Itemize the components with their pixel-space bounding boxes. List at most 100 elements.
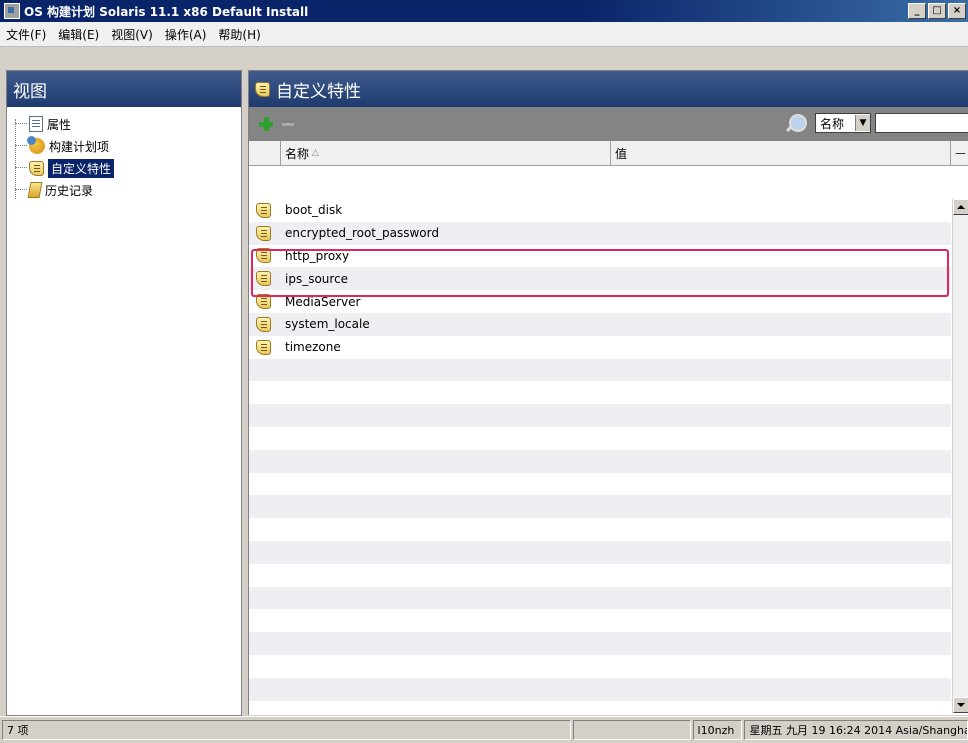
- status-user: l10nzh: [692, 720, 743, 740]
- status-bar: 7 项 l10nzh 星期五 九月 19 16:24 2014 Asia/Sha…: [0, 716, 968, 743]
- tag-icon: [255, 248, 271, 264]
- status-empty-cell: [572, 720, 691, 740]
- tag-icon: [255, 339, 271, 355]
- table-row[interactable]: ips_source: [249, 267, 951, 291]
- remove-property-button[interactable]: [282, 122, 294, 126]
- tree-connector: [15, 167, 27, 168]
- search-area: 名称 ▼: [789, 113, 968, 133]
- scroll-up-button[interactable]: [953, 199, 968, 215]
- column-header-value-label: 值: [615, 146, 628, 161]
- tree-connector: [15, 123, 27, 124]
- column-header-name-label: 名称: [285, 146, 310, 161]
- empty-table-row: [249, 404, 951, 427]
- tree-item-properties[interactable]: 属性: [15, 113, 241, 135]
- tree-item-label: 历史记录: [45, 183, 94, 198]
- empty-table-row: [249, 427, 951, 450]
- tree-item-label: 属性: [47, 117, 72, 132]
- column-header-icon[interactable]: [249, 141, 281, 165]
- row-name: ips_source: [285, 271, 349, 286]
- table-row[interactable]: timezone: [249, 336, 951, 359]
- document-icon: [29, 116, 43, 132]
- empty-table-row: [249, 495, 951, 519]
- search-field-select[interactable]: 名称 ▼: [815, 113, 871, 133]
- sort-ascending-icon: △: [312, 148, 319, 158]
- tree-item-custom-properties[interactable]: 自定义特性: [15, 157, 241, 179]
- add-property-button[interactable]: [258, 116, 274, 132]
- tag-icon: [255, 81, 270, 97]
- tree-item-label: 自定义特性: [48, 158, 115, 178]
- empty-table-row: [249, 632, 951, 655]
- empty-table-row: [249, 677, 951, 701]
- menu-view[interactable]: 视图(V): [105, 26, 159, 43]
- table-row[interactable]: MediaServer: [249, 290, 951, 313]
- row-name: system_locale: [285, 317, 370, 332]
- history-icon: [27, 182, 43, 198]
- maximize-button[interactable]: □: [928, 3, 946, 19]
- search-input[interactable]: [875, 113, 968, 133]
- view-tree: 属性 构建计划项 自定义特性 历史记录: [7, 107, 241, 201]
- row-name: http_proxy: [285, 248, 350, 263]
- empty-table-row: [249, 540, 951, 564]
- table-row[interactable]: boot_disk: [249, 199, 951, 222]
- vertical-scrollbar[interactable]: [952, 199, 968, 713]
- row-name: boot_disk: [285, 203, 343, 218]
- panel-splitter[interactable]: [243, 70, 247, 714]
- menu-help[interactable]: 帮助(H): [212, 26, 266, 43]
- empty-table-row: [249, 473, 951, 496]
- status-item-count: 7 项: [2, 720, 571, 740]
- tag-icon: [255, 271, 271, 287]
- tag-icon: [29, 160, 44, 176]
- chevron-down-icon[interactable]: ▼: [855, 115, 870, 131]
- window-controls: _ □ ×: [908, 3, 966, 19]
- empty-table-row: [249, 564, 951, 587]
- window-title-bar: OS 构建计划 Solaris 11.1 x86 Default Install…: [0, 0, 968, 22]
- status-datetime: 星期五 九月 19 16:24 2014 Asia/Shanghai: [744, 720, 968, 740]
- build-items-icon: [27, 136, 45, 154]
- menu-action[interactable]: 操作(A): [159, 26, 213, 43]
- menu-edit[interactable]: 编辑(E): [52, 26, 105, 43]
- tree-item-build-items[interactable]: 构建计划项: [15, 135, 241, 157]
- empty-table-row: [249, 518, 951, 541]
- row-icon-cell: [249, 271, 281, 287]
- view-panel: 视图 属性 构建计划项 自定义特性 历史记录: [6, 70, 242, 716]
- row-icon-cell: [249, 225, 281, 241]
- row-icon-cell: [249, 202, 281, 218]
- properties-toolbar: 名称 ▼: [249, 107, 968, 141]
- menu-file[interactable]: 文件(F): [0, 26, 52, 43]
- panel-title: 自定义特性: [276, 81, 361, 102]
- table-header: 名称 △ 值 ᅳ: [249, 141, 968, 166]
- tag-icon: [255, 316, 271, 332]
- column-header-value[interactable]: 值: [611, 141, 951, 165]
- column-header-extra-label: ᅳ: [955, 146, 967, 161]
- row-icon-cell: [249, 339, 281, 355]
- tag-icon: [255, 225, 271, 241]
- column-header-extra[interactable]: ᅳ: [951, 141, 968, 165]
- scroll-down-button[interactable]: [953, 697, 968, 713]
- tree-connector: [15, 189, 27, 190]
- row-icon-cell: [249, 294, 281, 310]
- tree-item-history[interactable]: 历史记录: [15, 179, 241, 201]
- menu-bar: 文件(F) 编辑(E) 视图(V) 操作(A) 帮助(H): [0, 22, 968, 47]
- tree-item-label: 构建计划项: [49, 139, 110, 154]
- search-field-value: 名称: [820, 116, 845, 131]
- table-row[interactable]: http_proxy: [249, 245, 951, 268]
- empty-table-row: [249, 586, 951, 610]
- properties-table: boot_disk encrypted_root_password http_pro…: [249, 199, 951, 713]
- search-icon[interactable]: [789, 114, 807, 132]
- empty-table-row: [249, 609, 951, 632]
- row-name: encrypted_root_password: [285, 226, 439, 241]
- close-button[interactable]: ×: [948, 3, 966, 19]
- view-panel-title: 视图: [7, 71, 241, 107]
- tree-connector: [15, 145, 27, 146]
- table-row[interactable]: encrypted_root_password: [249, 221, 951, 245]
- app-icon: [4, 3, 20, 19]
- minimize-button[interactable]: _: [908, 3, 926, 19]
- row-name: MediaServer: [285, 294, 361, 309]
- column-header-name[interactable]: 名称 △: [281, 141, 611, 165]
- row-name: timezone: [285, 340, 341, 355]
- custom-properties-panel: 自定义特性 名称 ▼ 名称 △ 值 ᅳ boot_disk encrypted_r…: [248, 70, 968, 715]
- table-row[interactable]: system_locale: [249, 312, 951, 336]
- tag-icon: [255, 294, 271, 310]
- empty-table-row: [249, 358, 951, 382]
- custom-properties-header: 自定义特性: [249, 71, 968, 107]
